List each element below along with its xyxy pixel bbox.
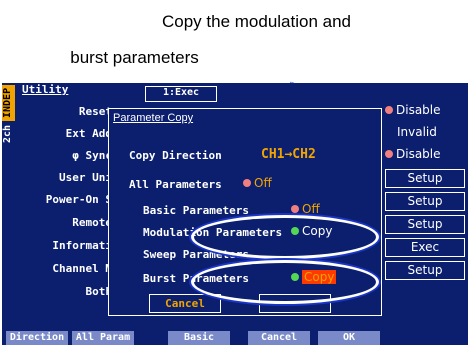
menu-item-reset[interactable]: Reset — [2, 105, 112, 118]
dialog-title: Parameter Copy — [113, 112, 194, 124]
page-title: Utility — [22, 83, 69, 96]
all-parameters-toggle[interactable]: Off — [243, 176, 272, 190]
menu-item-information[interactable]: Informati — [2, 239, 112, 252]
setting-value-3[interactable]: Disable — [385, 147, 463, 164]
instrument-screen: INDEP 2ch Utility Reset Ext Add φ Sync U… — [2, 83, 468, 345]
highlight-ellipse-burst — [191, 260, 379, 304]
user-unit-setup-button[interactable]: Setup — [385, 169, 465, 188]
radio-dot-icon — [243, 179, 251, 187]
radio-dot-icon — [385, 106, 393, 114]
dialog-cancel-button[interactable]: Cancel — [149, 294, 221, 313]
information-exec-button[interactable]: Exec — [385, 238, 465, 257]
menu-item-phase-sync[interactable]: φ Sync — [2, 149, 112, 162]
menu-item-both[interactable]: Both — [2, 285, 113, 298]
softkey-basic[interactable]: Basic — [168, 331, 230, 345]
softkey-all-param[interactable]: All Param — [72, 331, 134, 345]
softkey-ok[interactable]: OK — [318, 331, 380, 345]
copy-direction-label: Copy Direction — [129, 149, 222, 162]
copy-direction-value[interactable]: CH1→CH2 — [261, 147, 316, 162]
all-parameters-label: All Parameters — [129, 178, 222, 191]
menu-item-remote[interactable]: Remote — [2, 216, 112, 229]
basic-parameters-toggle[interactable]: Off — [291, 202, 320, 216]
highlight-ellipse-modulation — [191, 215, 379, 259]
channel-mode-setup-button[interactable]: Setup — [385, 261, 465, 280]
power-on-setup-button[interactable]: Setup — [385, 192, 465, 211]
softkey-cancel[interactable]: Cancel — [248, 331, 310, 345]
radio-dot-icon — [385, 150, 393, 158]
channel-sidebar: INDEP 2ch — [2, 83, 15, 345]
basic-parameters-label: Basic Parameters — [143, 204, 249, 217]
menu-item-power-on[interactable]: Power-On S — [2, 193, 112, 206]
menu-item-channel-mode[interactable]: Channel M — [2, 262, 112, 275]
remote-setup-button[interactable]: Setup — [385, 215, 465, 234]
menu-item-user-unit[interactable]: User Uni — [2, 171, 112, 184]
setting-value-2: Invalid — [397, 125, 437, 139]
radio-dot-icon — [291, 205, 299, 213]
setting-value-1[interactable]: Disable — [385, 103, 463, 120]
softkey-direction[interactable]: Direction — [6, 331, 68, 345]
reset-exec-button[interactable]: 1:Exec — [145, 86, 217, 102]
menu-item-ext-add[interactable]: Ext Add — [2, 127, 112, 140]
